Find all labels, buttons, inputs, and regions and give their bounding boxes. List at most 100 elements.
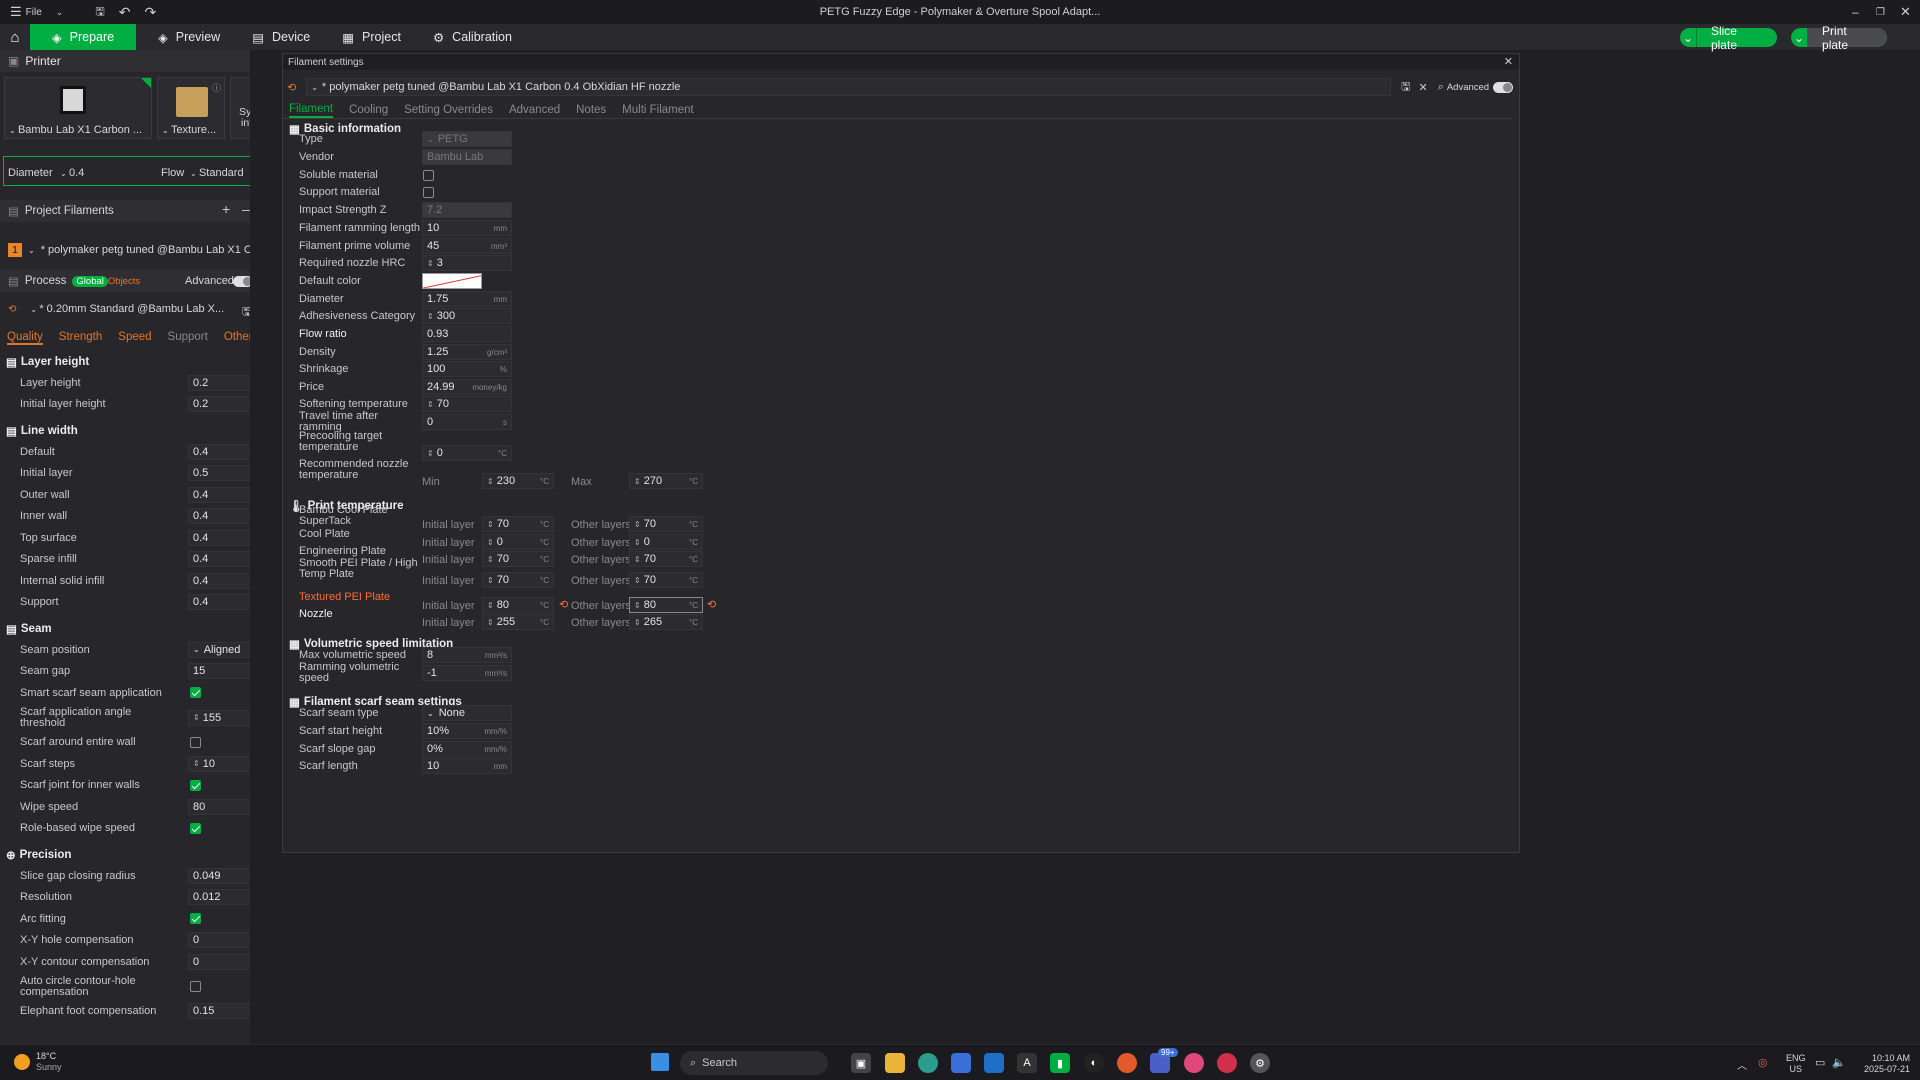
spinner-icon[interactable]: ⇕: [487, 538, 494, 547]
sync-printer-button[interactable]: ⟳ Sync printer information: [230, 77, 250, 139]
scarf-start-height-input[interactable]: 10% mm/%: [422, 723, 512, 739]
tab-notes[interactable]: Notes: [576, 104, 606, 116]
spinner-icon[interactable]: ⇕: [634, 576, 641, 585]
spinner-icon[interactable]: ⇕: [427, 312, 434, 321]
print-plate-button[interactable]: ⌄ Print plate: [1791, 24, 1887, 52]
spinner-icon[interactable]: ⇕: [487, 618, 494, 627]
spinner-icon[interactable]: ⇕: [634, 618, 641, 627]
seam-gap-input[interactable]: 15%: [188, 663, 250, 680]
flow-select[interactable]: ⌄ Standard: [190, 167, 244, 179]
scarf-slope-gap-input[interactable]: 0% mm/%: [422, 741, 512, 757]
softening-temp-input[interactable]: ⇕ 70: [422, 396, 512, 412]
chevron-down-icon[interactable]: ⌄: [9, 126, 18, 135]
default-color-swatch[interactable]: [422, 273, 482, 289]
network-icon[interactable]: ▭: [1815, 1056, 1825, 1069]
weather-widget[interactable]: 18°C Sunny: [14, 1051, 62, 1073]
min-nozzle-temp-input[interactable]: ⇕ 230 °C: [482, 473, 554, 489]
printer-card[interactable]: ⌄ Bambu Lab X1 Carbon ...: [4, 77, 152, 139]
line-width-input[interactable]: 0.4mm: [188, 508, 250, 525]
tab-prepare[interactable]: ◈ Prepare: [30, 24, 137, 50]
reset-value-icon[interactable]: ⟲: [707, 598, 716, 611]
initial-layer-temp-input[interactable]: ⇕ 80 °C: [482, 597, 554, 613]
line-width-input[interactable]: 0.4mm: [188, 529, 250, 546]
restore-icon[interactable]: ❐: [1876, 7, 1885, 18]
spinner-icon[interactable]: ⇕: [634, 601, 641, 610]
volume-icon[interactable]: 🔈: [1832, 1056, 1846, 1069]
ramming-volumetric-speed-input[interactable]: -1 mm³/s: [422, 665, 512, 681]
reset-value-icon[interactable]: ⟲: [559, 598, 568, 611]
bambu-studio-icon[interactable]: ▮: [1050, 1053, 1070, 1073]
global-toggle[interactable]: Global: [72, 275, 108, 287]
file-menu[interactable]: File: [26, 7, 42, 18]
other-layers-temp-input[interactable]: ⇕ 265 °C: [629, 614, 703, 630]
start-icon[interactable]: [651, 1053, 669, 1071]
other-layers-temp-input[interactable]: ⇕ 0 °C: [629, 534, 703, 550]
tab-filament[interactable]: Filament: [289, 103, 334, 118]
chevron-up-icon[interactable]: ︿: [1737, 1057, 1747, 1072]
filament-color-badge[interactable]: 1: [8, 243, 22, 257]
chevron-down-icon[interactable]: ⌄: [56, 7, 64, 18]
language-indicator[interactable]: ENG US: [1786, 1053, 1806, 1075]
line-width-input[interactable]: 0.4mm: [188, 551, 250, 568]
redo-icon[interactable]: ↷: [144, 4, 156, 21]
remove-filament-icon[interactable]: –: [242, 201, 250, 217]
xy-hole-input[interactable]: 0mm: [188, 932, 250, 949]
minimize-icon[interactable]: –: [1852, 5, 1859, 19]
tab-calibration[interactable]: ⚙ Calibration: [417, 24, 528, 50]
other-layers-temp-input[interactable]: ⇕ 80 °C: [629, 597, 703, 613]
chevron-down-icon[interactable]: ⌄: [28, 246, 35, 255]
tab-device[interactable]: ▤ Device: [236, 24, 326, 50]
wipe-speed-input[interactable]: 80%: [188, 798, 250, 815]
nozzle-hrc-input[interactable]: ⇕ 3: [422, 255, 512, 271]
scarf-seam-type-select[interactable]: ⌄ None: [422, 705, 512, 721]
filament-preset-select[interactable]: ⌄ * polymaker petg tuned @Bambu Lab X1 Ca…: [306, 78, 1392, 96]
task-view-icon[interactable]: ▣: [851, 1053, 871, 1073]
initial-layer-temp-input[interactable]: ⇕ 70 °C: [482, 516, 554, 532]
store-icon[interactable]: [951, 1053, 971, 1073]
filament-row[interactable]: 1 ⌄ * polymaker petg tuned @Bambu Lab X1…: [8, 241, 250, 259]
elephant-foot-input[interactable]: 0.15mm: [188, 1003, 250, 1020]
plate-card[interactable]: ⓘ ⌄ Texture...: [157, 77, 225, 139]
save-icon[interactable]: 🖫: [95, 3, 104, 22]
add-filament-icon[interactable]: +: [222, 201, 230, 217]
process-preset-select[interactable]: ⌄ * 0.20mm Standard @Bambu Lab X...: [30, 303, 224, 315]
smart-scarf-checkbox[interactable]: [190, 687, 201, 699]
spinner-icon[interactable]: ⇕: [487, 520, 494, 529]
spinner-icon[interactable]: ⇕: [487, 576, 494, 585]
auto-circle-checkbox[interactable]: [190, 981, 201, 992]
save-preset-icon[interactable]: 🖫: [242, 303, 250, 322]
app-icon[interactable]: [1117, 1053, 1137, 1073]
spinner-icon[interactable]: ⇕: [427, 449, 434, 458]
initial-layer-temp-input[interactable]: ⇕ 255 °C: [482, 614, 554, 630]
xy-contour-input[interactable]: 0mm: [188, 953, 250, 970]
tab-setting-overrides[interactable]: Setting Overrides: [404, 104, 493, 116]
scarf-around-wall-checkbox[interactable]: [190, 736, 201, 748]
spinner-icon[interactable]: ⇕: [634, 538, 641, 547]
tab-support[interactable]: Support: [168, 331, 208, 345]
line-width-input[interactable]: 0.4mm: [188, 594, 250, 611]
info-icon[interactable]: ⓘ: [212, 81, 221, 94]
other-layers-temp-input[interactable]: ⇕ 70 °C: [629, 572, 703, 588]
reset-icon[interactable]: ⟲: [287, 81, 296, 94]
app-icon[interactable]: ◐: [1084, 1053, 1104, 1073]
spinner-icon[interactable]: ⇕: [634, 477, 641, 486]
scarf-angle-input[interactable]: ⇕155°: [188, 709, 250, 726]
spinner-icon[interactable]: ⇕: [193, 759, 200, 768]
delete-preset-icon[interactable]: ✕: [1418, 81, 1427, 94]
app-icon[interactable]: [1184, 1053, 1204, 1073]
file-explorer-icon[interactable]: [885, 1053, 905, 1073]
tray-icon[interactable]: ◎: [1758, 1056, 1768, 1069]
chevron-down-icon[interactable]: ⌄: [162, 126, 171, 135]
line-width-input[interactable]: 0.4mm: [188, 572, 250, 589]
precooling-temp-input[interactable]: ⇕ 0 °C: [422, 445, 512, 461]
filament-diameter-input[interactable]: 1.75 mm: [422, 291, 512, 307]
edge-icon[interactable]: [918, 1053, 938, 1073]
tab-project[interactable]: ▦ Project: [326, 24, 417, 50]
line-width-input[interactable]: 0.4mm: [188, 443, 250, 460]
density-input[interactable]: 1.25 g/cm³: [422, 344, 512, 360]
app-icon[interactable]: A: [1017, 1053, 1037, 1073]
reset-icon[interactable]: ⟲: [8, 304, 16, 315]
flow-ratio-input[interactable]: 0.93: [422, 326, 512, 342]
app-icon[interactable]: [1217, 1053, 1237, 1073]
scarf-joint-inner-checkbox[interactable]: [190, 779, 201, 791]
